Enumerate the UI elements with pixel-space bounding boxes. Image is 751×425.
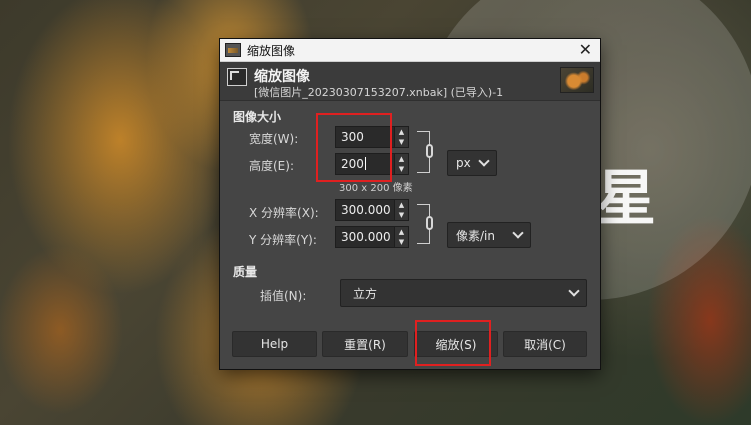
image-thumbnail [560, 67, 594, 93]
y-resolution-spinner[interactable]: 300.000 ▲ ▼ [335, 226, 409, 248]
y-resolution-label: Y 分辨率(Y): [249, 233, 317, 247]
title-bar: 缩放图像 ✕ [220, 39, 600, 62]
chevron-down-icon [478, 155, 490, 167]
cancel-button[interactable]: 取消(C) [503, 331, 587, 357]
scale-image-dialog: 缩放图像 ✕ 缩放图像 [微信图片_20230307153207.xnbak] … [220, 39, 600, 369]
increment-icon[interactable]: ▲ [395, 127, 408, 137]
resolution-chain-link-icon[interactable] [426, 216, 433, 230]
quality-section-title: 质量 [233, 265, 258, 279]
increment-icon[interactable]: ▲ [395, 200, 408, 210]
increment-icon[interactable]: ▲ [395, 227, 408, 237]
y-resolution-input[interactable]: 300.000 [335, 226, 395, 248]
x-resolution-spin-arrows[interactable]: ▲ ▼ [395, 199, 409, 221]
reset-button[interactable]: 重置(R) [322, 331, 408, 357]
increment-icon[interactable]: ▲ [395, 154, 408, 164]
scale-icon [227, 68, 247, 86]
decrement-icon[interactable]: ▼ [395, 210, 408, 220]
app-icon [225, 43, 241, 57]
window-title: 缩放图像 [247, 43, 296, 58]
close-icon[interactable]: ✕ [579, 40, 592, 59]
help-button[interactable]: Help [232, 331, 317, 357]
height-input[interactable]: 200 [335, 153, 395, 175]
image-size-section-title: 图像大小 [233, 110, 282, 124]
dialog-header: 缩放图像 [微信图片_20230307153207.xnbak] (已导入)-1 [220, 62, 600, 101]
pixel-size-note: 300 x 200 像素 [339, 183, 413, 194]
interpolation-value: 立方 [353, 286, 378, 301]
resolution-unit-select[interactable]: 像素/in [447, 222, 531, 248]
width-label: 宽度(W): [249, 132, 299, 146]
width-spin-arrows[interactable]: ▲ ▼ [395, 126, 409, 148]
unit-select[interactable]: px [447, 150, 497, 176]
height-spinner[interactable]: 200 ▲ ▼ [335, 153, 409, 175]
interpolation-select[interactable]: 立方 [340, 279, 587, 307]
height-spin-arrows[interactable]: ▲ ▼ [395, 153, 409, 175]
height-value: 200 [341, 157, 364, 171]
x-resolution-spinner[interactable]: 300.000 ▲ ▼ [335, 199, 409, 221]
x-resolution-input[interactable]: 300.000 [335, 199, 395, 221]
decrement-icon[interactable]: ▼ [395, 137, 408, 147]
x-resolution-label: X 分辨率(X): [249, 206, 319, 220]
interpolation-label: 插值(N): [260, 289, 307, 303]
decrement-icon[interactable]: ▼ [395, 164, 408, 174]
height-label: 高度(E): [249, 159, 294, 173]
width-input[interactable]: 300 [335, 126, 395, 148]
decrement-icon[interactable]: ▼ [395, 237, 408, 247]
width-spinner[interactable]: 300 ▲ ▼ [335, 126, 409, 148]
header-subtitle: [微信图片_20230307153207.xnbak] (已导入)-1 [254, 86, 504, 99]
unit-value: px [456, 156, 471, 170]
size-chain-link-icon[interactable] [426, 144, 433, 158]
resolution-unit-value: 像素/in [456, 228, 495, 243]
chevron-down-icon [568, 285, 580, 297]
y-resolution-spin-arrows[interactable]: ▲ ▼ [395, 226, 409, 248]
text-caret [364, 157, 366, 170]
scale-button[interactable]: 缩放(S) [414, 331, 498, 357]
chevron-down-icon [512, 227, 524, 239]
background-glyph: 星 [596, 164, 656, 234]
header-title: 缩放图像 [254, 69, 310, 85]
